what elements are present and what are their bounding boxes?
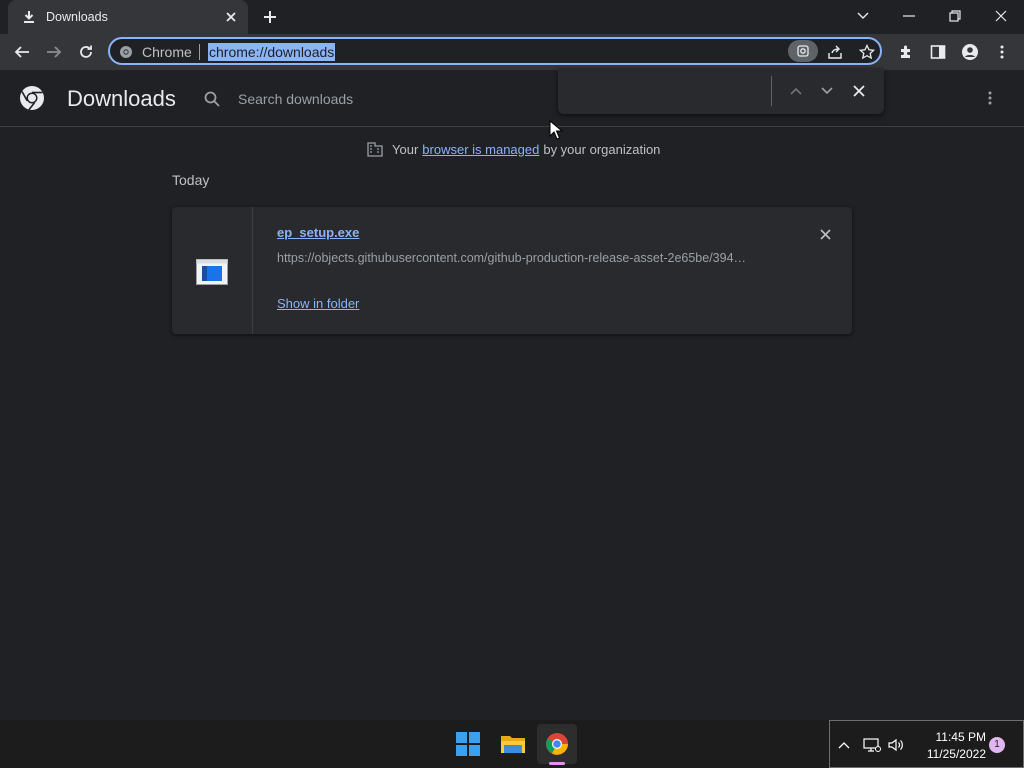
bookmark-star-icon[interactable] [857,42,877,62]
exe-file-icon [196,259,228,285]
active-app-indicator [549,762,565,765]
clock-date[interactable]: 11/25/2022 [916,747,986,761]
system-tray: 11:45 PM 11/25/2022 1 [829,720,1024,768]
find-bar [558,68,884,114]
download-file-name[interactable]: ep_setup.exe [277,225,359,240]
tab-strip: Downloads [0,0,1024,34]
tab-search-chevron-icon[interactable] [853,6,873,26]
chrome-icon [545,732,569,756]
clock-time[interactable]: 11:45 PM [926,730,986,744]
browser-managed-link[interactable]: browser is managed [422,142,539,157]
back-icon[interactable] [11,41,33,63]
taskbar: 11:45 PM 11/25/2022 1 [0,720,1024,768]
chrome-site-icon [119,45,133,59]
show-in-folder-link[interactable]: Show in folder [277,296,359,311]
extensions-icon[interactable] [895,41,917,63]
site-chip: Chrome [142,44,192,60]
find-close-icon[interactable] [848,80,870,102]
download-icon [22,10,36,24]
mouse-cursor-icon [549,120,563,140]
managed-text-after: by your organization [543,141,661,157]
reload-icon[interactable] [75,41,97,63]
chrome-menu-icon[interactable] [991,41,1013,63]
show-hidden-icons-chevron-icon[interactable] [834,735,854,755]
search-downloads-input[interactable] [236,87,560,111]
volume-icon[interactable] [886,735,906,755]
forward-icon[interactable] [43,41,65,63]
chrome-logo-icon [19,85,45,111]
start-button[interactable] [448,724,488,764]
find-previous-icon[interactable] [785,80,807,102]
folder-icon [500,733,526,755]
new-tab-icon[interactable] [260,7,280,27]
browser-toolbar: Chrome chrome://downloads [0,34,1024,70]
search-icon[interactable] [203,90,221,108]
page-title: Downloads [67,86,176,111]
download-source-url: https://objects.githubusercontent.com/gi… [277,251,747,265]
find-next-icon[interactable] [816,80,838,102]
side-panel-icon[interactable] [927,41,949,63]
download-item: ep_setup.exe https://objects.githubuserc… [172,207,852,334]
tab-title: Downloads [46,10,108,24]
managed-text-before: Your [392,141,419,157]
minimize-icon[interactable] [899,6,919,26]
date-section-label: Today [172,172,210,188]
managed-notice: Your browser is managed by your organiza… [366,140,660,158]
windows-logo-icon [456,732,480,756]
building-icon [366,140,384,158]
notification-badge[interactable]: 1 [989,737,1005,753]
more-actions-icon[interactable] [980,88,1000,108]
find-separator [771,76,772,106]
profile-icon[interactable] [959,41,981,63]
find-input[interactable] [568,80,768,104]
chip-separator [199,44,200,60]
chrome-taskbar-button[interactable] [537,724,577,764]
restore-icon[interactable] [945,6,965,26]
tab-downloads[interactable]: Downloads [8,0,248,34]
close-tab-icon[interactable] [222,8,240,26]
close-window-icon[interactable] [991,6,1011,26]
remove-download-icon[interactable] [816,225,834,243]
lens-icon[interactable] [788,40,818,62]
url-text[interactable]: chrome://downloads [208,43,336,61]
file-explorer-button[interactable] [493,724,533,764]
address-bar[interactable]: Chrome chrome://downloads [108,37,882,65]
share-icon[interactable] [825,42,845,62]
file-icon-box [172,207,253,334]
network-icon[interactable] [862,735,882,755]
